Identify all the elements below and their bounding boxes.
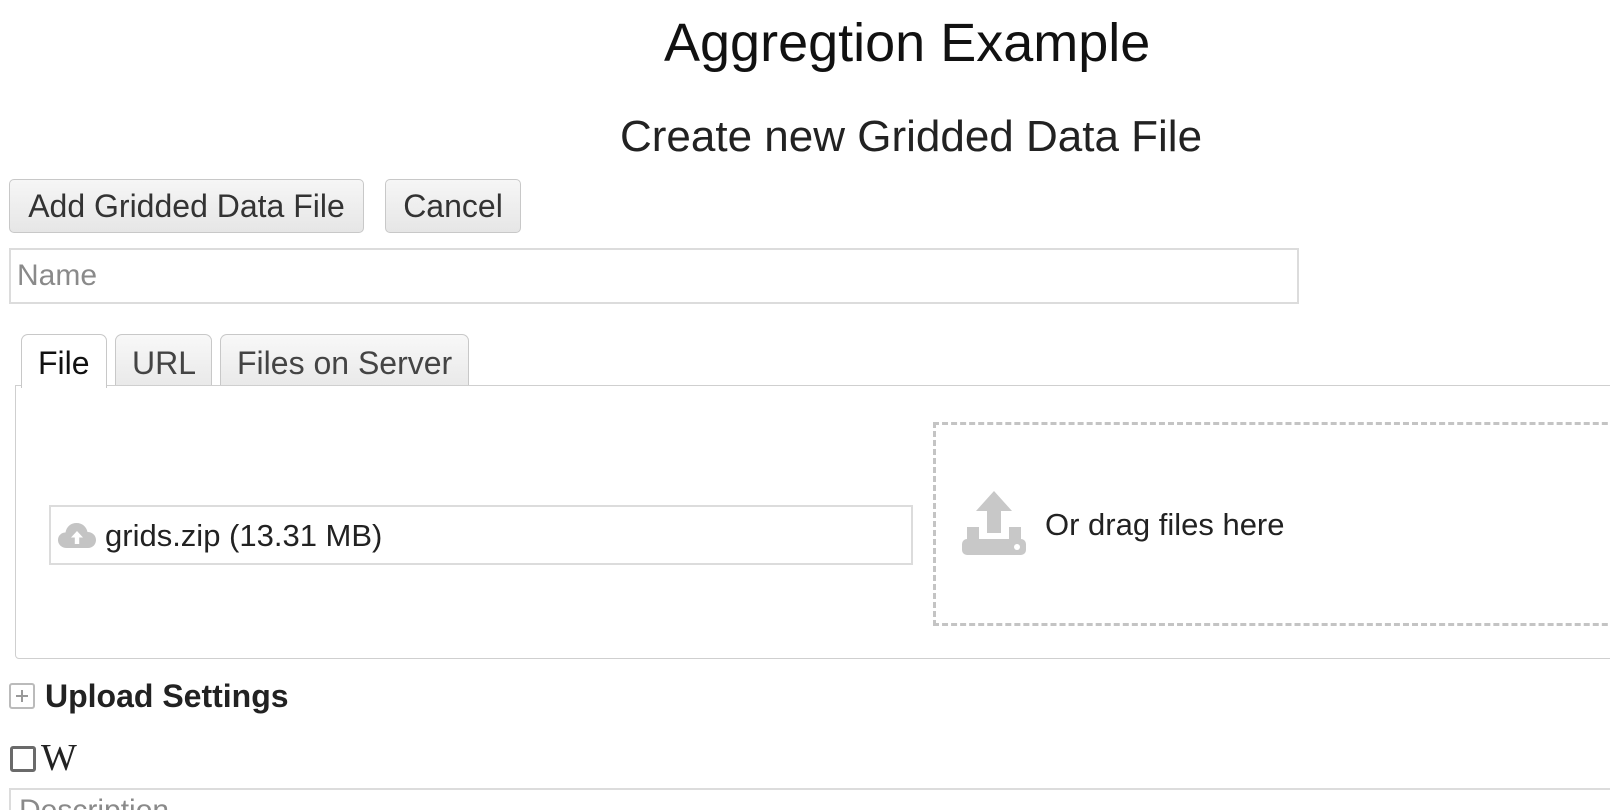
cloud-upload-icon (58, 523, 96, 548)
drop-zone-text: Or drag files here (1045, 507, 1285, 542)
tab-file[interactable]: File (21, 334, 107, 388)
selected-file-name: grids.zip (13.31 MB) (105, 518, 383, 553)
app-title: Aggregtion Example (664, 13, 1151, 73)
w-checkbox-label: W (41, 737, 77, 779)
plus-box-icon (9, 683, 35, 709)
tab-files-on-server[interactable]: Files on Server (220, 334, 469, 386)
upload-settings-label: Upload Settings (45, 678, 289, 714)
w-checkbox[interactable] (10, 746, 36, 772)
form-title: Create new Gridded Data File (620, 112, 1203, 161)
name-input[interactable] (9, 248, 1299, 304)
cancel-button[interactable]: Cancel (385, 179, 521, 233)
upload-tray-icon (962, 491, 1026, 555)
page: Aggregtion Example Create new Gridded Da… (0, 0, 1610, 810)
file-drop-zone[interactable]: Or drag files here (933, 422, 1610, 626)
description-field[interactable] (9, 788, 1610, 810)
add-gridded-data-file-button[interactable]: Add Gridded Data File (9, 179, 364, 233)
tab-url[interactable]: URL (115, 334, 212, 386)
file-chooser[interactable]: grids.zip (13.31 MB) (49, 505, 913, 565)
